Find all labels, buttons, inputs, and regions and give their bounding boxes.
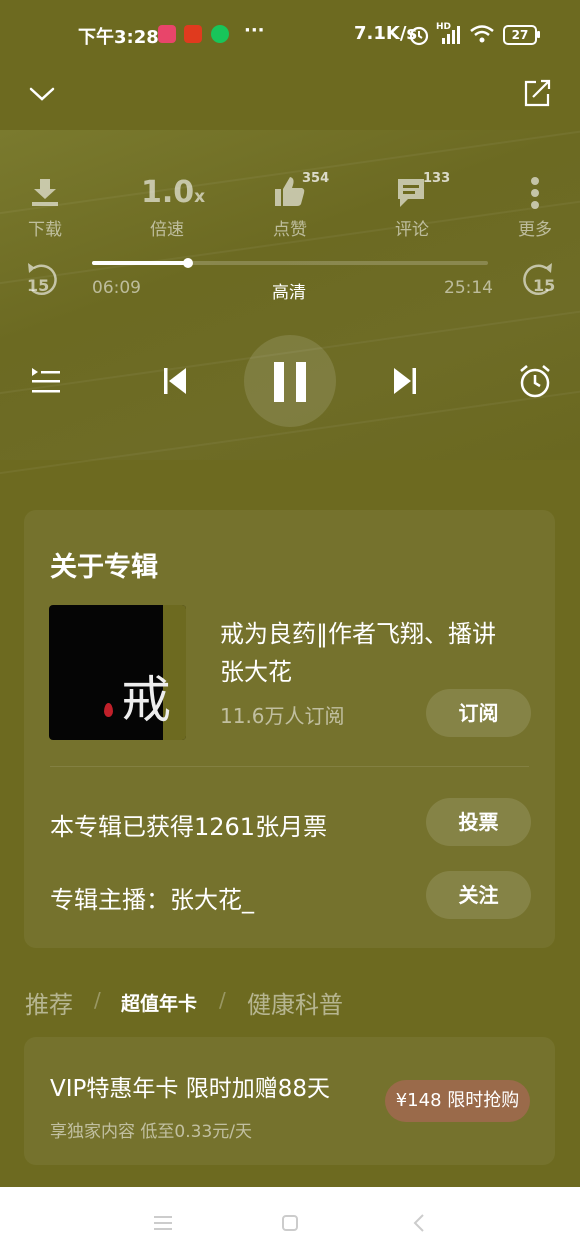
comment-label: 评论 (395, 220, 429, 240)
more-vertical-icon (531, 177, 539, 209)
system-nav-bar (0, 1187, 580, 1257)
vip-buy-button[interactable]: ¥148 限时抢购 (385, 1080, 530, 1122)
share-icon[interactable] (522, 78, 552, 108)
more-button[interactable]: 更多 (495, 175, 575, 240)
tab-recommend[interactable]: 推荐 (25, 985, 73, 1020)
more-label: 更多 (518, 220, 552, 240)
next-track-icon[interactable] (392, 366, 418, 396)
forward-15-button[interactable]: 15 (516, 260, 556, 300)
wechat-icon (211, 25, 229, 43)
status-time: 下午3:28 (78, 27, 159, 48)
playlist-icon[interactable] (30, 366, 62, 396)
top-bar (0, 68, 580, 130)
tab-health[interactable]: 健康科普 (247, 985, 343, 1020)
cover-character: 戒 (121, 671, 171, 729)
section-title: 关于专辑 (50, 552, 158, 583)
pause-icon (274, 362, 306, 402)
like-count: 354 (302, 171, 330, 186)
monthly-tickets-text: 本专辑已获得1261张月票 (50, 813, 328, 841)
download-label: 下载 (28, 220, 62, 240)
menu-icon[interactable] (154, 1215, 174, 1231)
progress-track[interactable] (92, 258, 488, 268)
vote-button[interactable]: 投票 (426, 798, 531, 846)
download-button[interactable]: 下载 (5, 175, 85, 240)
album-card: 关于专辑 戒 戒为良药‖作者飞翔、播讲 张大花 11.6万人订阅 订阅 本专辑已获… (24, 510, 555, 948)
download-icon (32, 179, 58, 206)
speed-label: 倍速 (150, 220, 184, 240)
progress-fill (92, 261, 189, 265)
tab-annual-card[interactable]: 超值年卡 (121, 989, 197, 1016)
app-notification-icon (158, 25, 176, 43)
subscriber-count: 11.6万人订阅 (220, 704, 345, 728)
status-bar: 下午3:28 ··· 7.1K/s HD 27 (0, 0, 580, 68)
wifi-icon (470, 25, 494, 43)
back-icon[interactable] (412, 1213, 426, 1233)
vip-card[interactable]: VIP特惠年卡 限时加赠88天 享独家内容 低至0.33元/天 ¥148 限时抢… (24, 1037, 555, 1165)
battery-tip (537, 31, 540, 38)
vip-subtitle: 享独家内容 低至0.33元/天 (50, 1122, 252, 1142)
previous-track-icon[interactable] (162, 366, 188, 396)
rewind-15-button[interactable]: 15 (24, 260, 64, 300)
album-title[interactable]: 戒为良药‖作者飞翔、播讲 张大花 (220, 615, 496, 691)
follow-button[interactable]: 关注 (426, 871, 531, 919)
host-text[interactable]: 专辑主播：张大花_ (50, 880, 254, 915)
total-time: 25:14 (444, 278, 493, 298)
quality-selector[interactable]: 高清 (272, 278, 306, 303)
play-pause-button[interactable] (244, 335, 336, 427)
speed-value: 1.0x (141, 175, 206, 210)
playback-speed-button[interactable]: 1.0x 倍速 (127, 175, 207, 240)
collapse-chevron-down-icon[interactable] (28, 82, 56, 104)
sleep-timer-icon[interactable] (517, 363, 553, 399)
status-more-icon: ··· (244, 20, 265, 41)
like-button[interactable]: 354 点赞 (250, 171, 330, 240)
rewind-seconds: 15 (27, 276, 50, 295)
alarm-status-icon (409, 26, 429, 46)
album-cover[interactable]: 戒 (49, 605, 186, 740)
signal-icon (442, 26, 460, 44)
listen-app-icon (184, 25, 202, 43)
comment-count: 133 (423, 171, 451, 186)
tab-separator: / (219, 988, 226, 1012)
home-icon[interactable] (281, 1214, 299, 1232)
tab-separator: / (94, 988, 101, 1012)
comment-button[interactable]: 133 评论 (372, 171, 452, 240)
vip-title: VIP特惠年卡 限时加赠88天 (50, 1076, 330, 1102)
battery-icon: 27 (503, 25, 537, 45)
divider (50, 766, 529, 767)
thumbs-up-icon (275, 177, 305, 206)
blood-drop-icon (104, 703, 113, 717)
current-time: 06:09 (92, 278, 141, 298)
subscribe-button[interactable]: 订阅 (426, 689, 531, 737)
like-label: 点赞 (273, 220, 307, 240)
forward-seconds: 15 (533, 276, 556, 295)
